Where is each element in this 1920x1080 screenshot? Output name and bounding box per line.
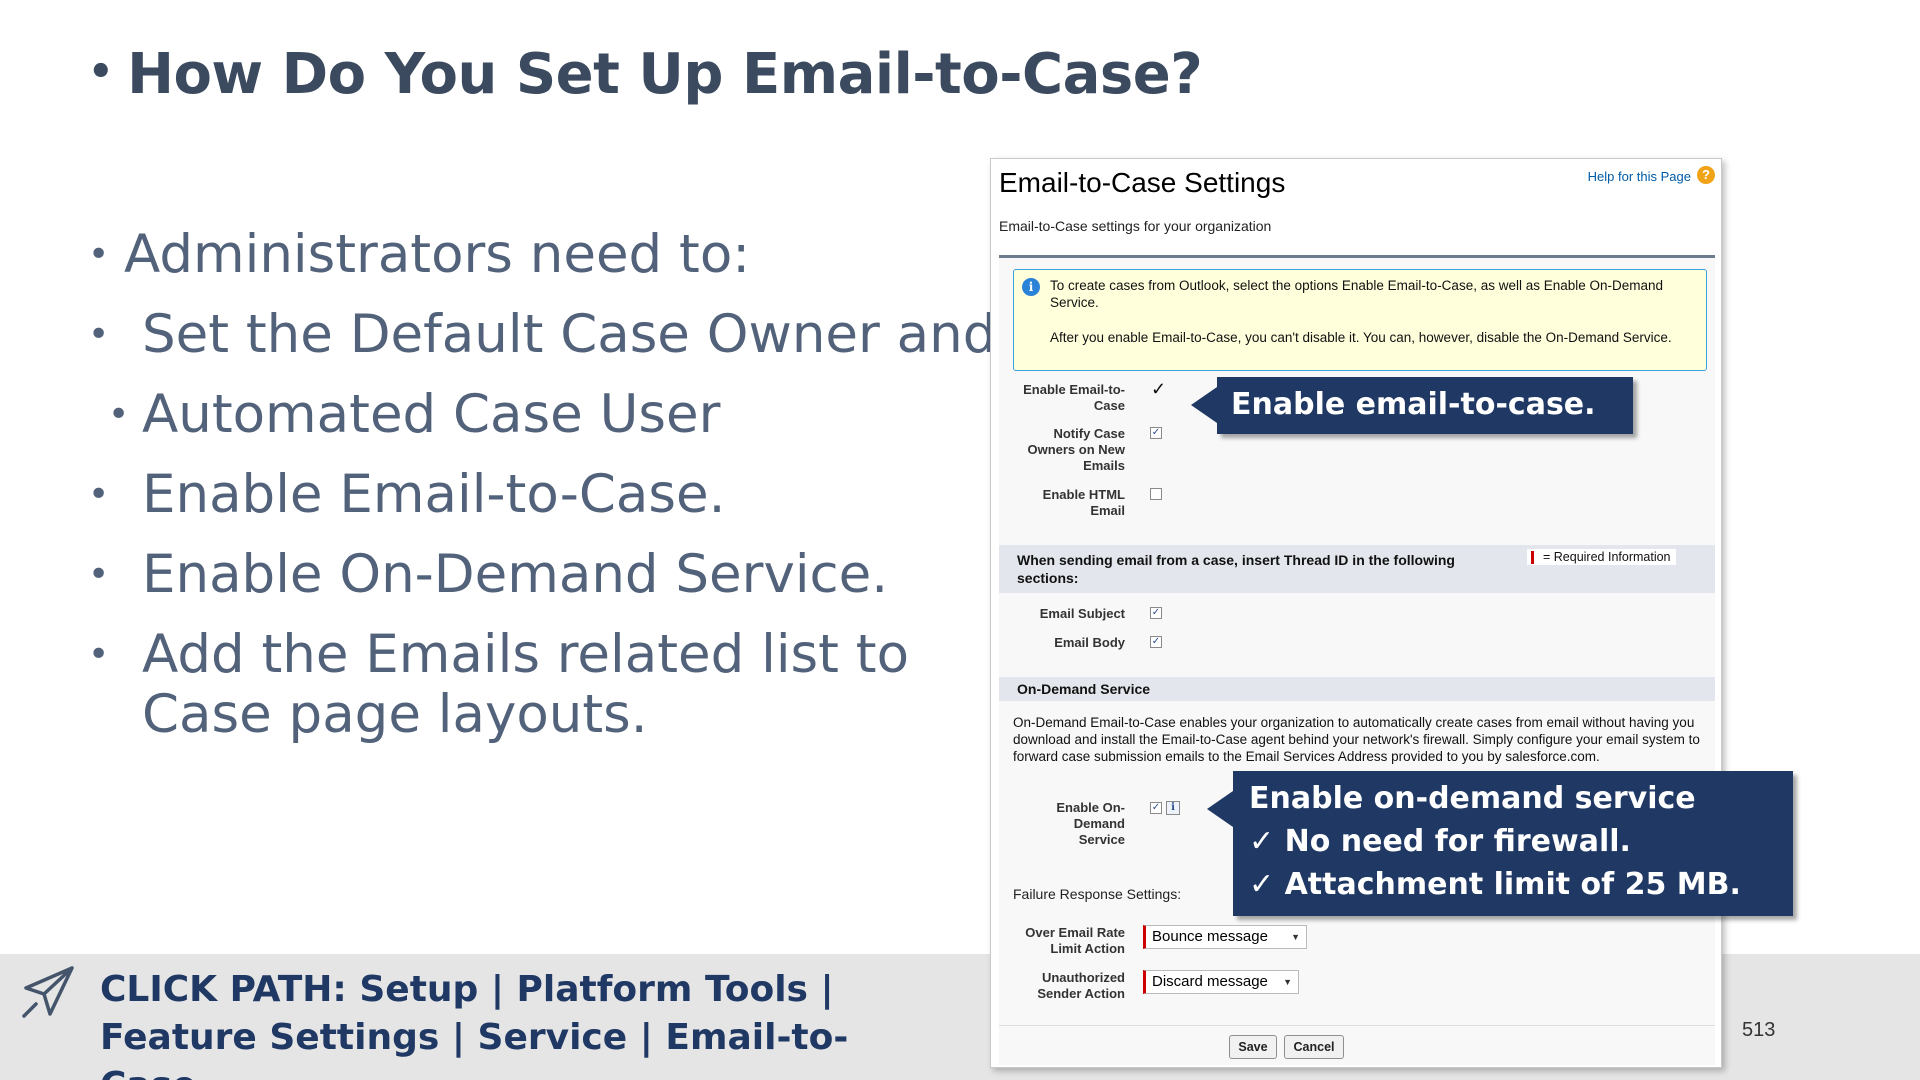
bullet-item: • Administrators need to: [88,225,988,305]
enable-html-email-checkbox[interactable] [1150,488,1162,500]
settings-page-title: Email-to-Case Settings [999,167,1286,198]
callout-pointer [1191,387,1217,423]
failure-response-label: Failure Response Settings: [1013,886,1182,902]
enable-email-to-case-label: Enable Email-to-Case [1023,382,1125,413]
info-message-box: i To create cases from Outlook, select t… [1013,269,1707,371]
enable-email-to-case-checkmark-icon: ✓ [1151,379,1167,399]
on-demand-service-callout: Enable on-demand service ✓ No need for f… [1207,771,1793,916]
bullet-text: Enable Email-to-Case. [142,464,726,525]
chevron-down-icon: ▼ [1283,977,1292,987]
enable-on-demand-checkbox[interactable]: ✓ [1150,802,1162,814]
thread-id-header-text: When sending email from a case, insert T… [1017,552,1455,586]
cancel-button[interactable]: Cancel [1284,1035,1344,1059]
email-to-case-settings-screenshot: Email-to-Case Settings Help for this Pag… [990,158,1722,1068]
thread-id-section-header: When sending email from a case, insert T… [999,545,1715,593]
bullet-list: • Administrators need to: • Set the Defaul… [88,225,996,745]
settings-subtitle: Email-to-Case settings for your organiza… [999,218,1272,234]
bullet-item: • Set the Default Case Owner and [88,305,996,385]
unauthorized-sender-value: Discard message [1152,973,1268,990]
paper-plane-icon [22,966,74,1018]
slide-title: • How Do You Set Up Email-to-Case? [88,42,1203,107]
email-subject-checkbox[interactable]: ✓ [1150,607,1162,619]
over-email-rate-label: Over Email Rate Limit Action [1025,925,1125,956]
chevron-down-icon: ▼ [1291,932,1300,942]
save-button[interactable]: Save [1229,1035,1277,1059]
info-text-1: To create cases from Outlook, select the… [1050,278,1664,310]
bullet-dot: • [88,474,110,515]
bullet-dot: • [88,314,110,355]
on-demand-header-text: On-Demand Service [1017,681,1151,697]
required-info-legend: = Required Information [1527,549,1676,565]
click-path-text: CLICK PATH: Setup | Platform Tools | Fea… [100,969,849,1080]
on-demand-description: On-Demand Email-to-Case enables your org… [1013,715,1700,764]
info-text-2: After you enable Email-to-Case, you can'… [1050,330,1672,345]
callout-point: ✓ No need for firewall. [1249,824,1631,859]
slide-title-text: How Do You Set Up Email-to-Case? [127,42,1203,107]
email-body-checkbox[interactable]: ✓ [1150,636,1162,648]
callout-text: Enable email-to-case. [1231,387,1596,422]
help-link[interactable]: Help for this Page [1588,169,1691,184]
over-email-rate-value: Bounce message [1152,928,1268,945]
email-subject-label: Email Subject [1039,606,1125,621]
unauthorized-sender-select[interactable]: Discard message ▼ [1143,970,1299,994]
bullet-text: Administrators need to: [124,224,751,285]
enable-html-email-label: Enable HTML Email [1042,487,1125,518]
bullet-text: Add the Emails related list to Case page… [142,624,909,745]
unauthorized-sender-label: Unauthorized Sender Action [1037,970,1125,1001]
notify-case-owners-label: Notify Case Owners on New Emails [1027,426,1125,473]
notify-case-owners-checkbox[interactable]: ✓ [1150,427,1162,439]
callout-point: ✓ Attachment limit of 25 MB. [1249,867,1741,902]
callout-title: Enable on-demand service [1249,781,1696,816]
enable-on-demand-label: Enable On-Demand Service [1056,800,1125,847]
email-body-label: Email Body [1054,635,1125,650]
page-number: 513 [1742,1019,1776,1041]
help-icon[interactable]: ? [1697,166,1715,184]
on-demand-info-icon[interactable]: i [1166,801,1180,815]
bullet-text: Automated Case User [142,384,721,445]
on-demand-section-header: On-Demand Service [999,677,1715,701]
bullet-dot: • [88,234,110,275]
bullet-item: • Enable On-Demand Service. [88,545,988,625]
info-icon: i [1022,278,1040,296]
enable-email-to-case-callout: Enable email-to-case. [1191,377,1633,434]
button-divider [999,1025,1715,1026]
bullet-text: Set the Default Case Owner and [142,304,997,365]
bullet-dot: • [88,634,110,675]
callout-pointer [1207,791,1233,827]
bullet-dot: • [88,554,110,595]
bullet-dot: • [88,49,114,95]
bullet-item: • Enable Email-to-Case. [88,465,988,545]
bullet-item: • Add the Emails related list to Case pag… [88,625,988,745]
bullet-text: Enable On-Demand Service. [142,544,889,605]
bullet-item: • Automated Case User [88,385,988,465]
bullet-dot: • [108,394,130,435]
over-email-rate-select[interactable]: Bounce message ▼ [1143,925,1307,949]
